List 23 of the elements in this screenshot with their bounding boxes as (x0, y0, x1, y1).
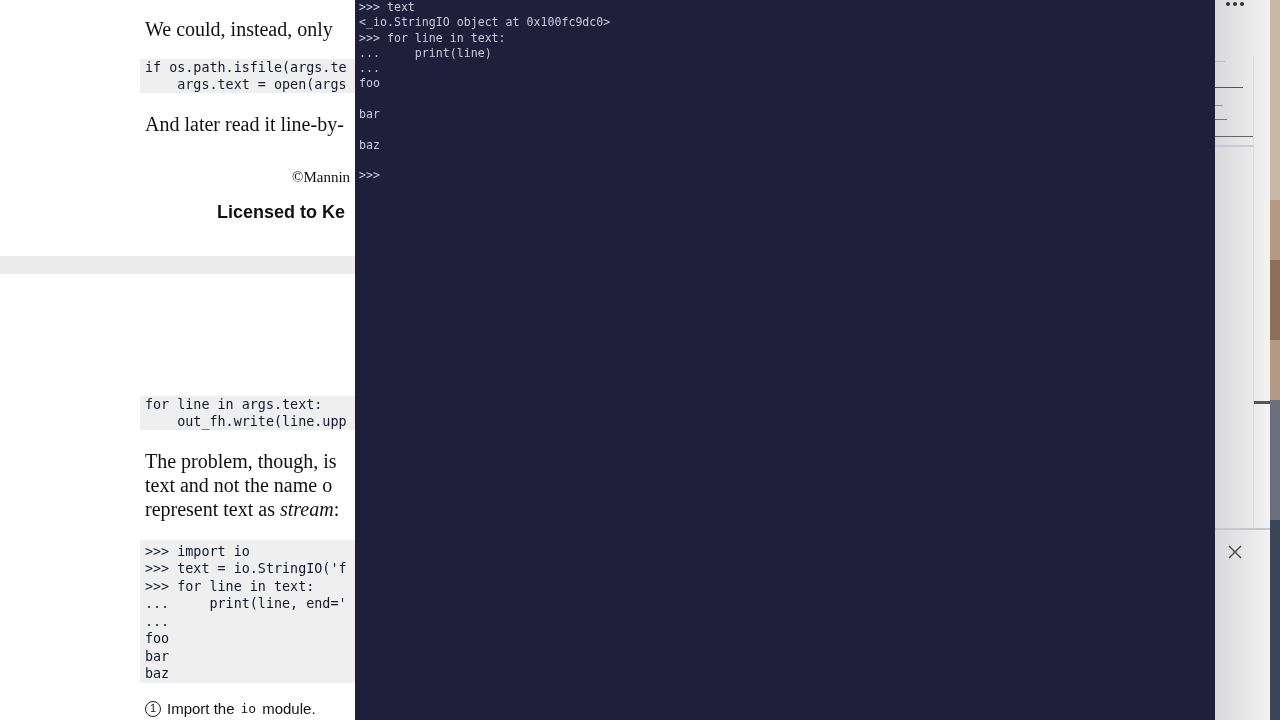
terminal-line: <_io.StringIO object at 0x100fc9dc0> (359, 15, 612, 31)
close-button[interactable] (1228, 545, 1242, 559)
scroll-thumb[interactable] (1254, 401, 1270, 404)
callout-text: Import the (167, 698, 235, 719)
callout-code: io (240, 699, 257, 718)
more-icon[interactable] (1225, 1, 1245, 7)
code-block: if os.path.isfile(args.te args.text = open(args (140, 59, 355, 93)
terminal-line: >>> for line in text: (359, 30, 507, 46)
paragraph: And later read it line-by- (145, 112, 345, 136)
paragraph: The problem, though, is text and not the name o represent text as stream: (145, 449, 341, 521)
terminal-line: >>> (359, 168, 381, 184)
code-block: >>> import io >>> text = io.StringIO('f >>> for line in text: ... print(line, end=' ... foo bar baz (140, 540, 355, 683)
terminal-line: >>> text (359, 0, 416, 16)
copyright-text: ©Mannin (292, 168, 352, 187)
terminal-line: ... (359, 61, 381, 77)
terminal-line: baz (359, 137, 381, 154)
license-text: Licensed to Ke (217, 201, 347, 223)
paragraph: We could, instead, only (145, 17, 334, 41)
callout-text: module. (262, 698, 316, 719)
terminal-line: ... print(line) (359, 45, 493, 62)
terminal-line: foo (359, 76, 381, 93)
code-block: for line in args.text: out_fh.write(line.upp (140, 396, 355, 430)
terminal-line: bar (359, 107, 381, 124)
